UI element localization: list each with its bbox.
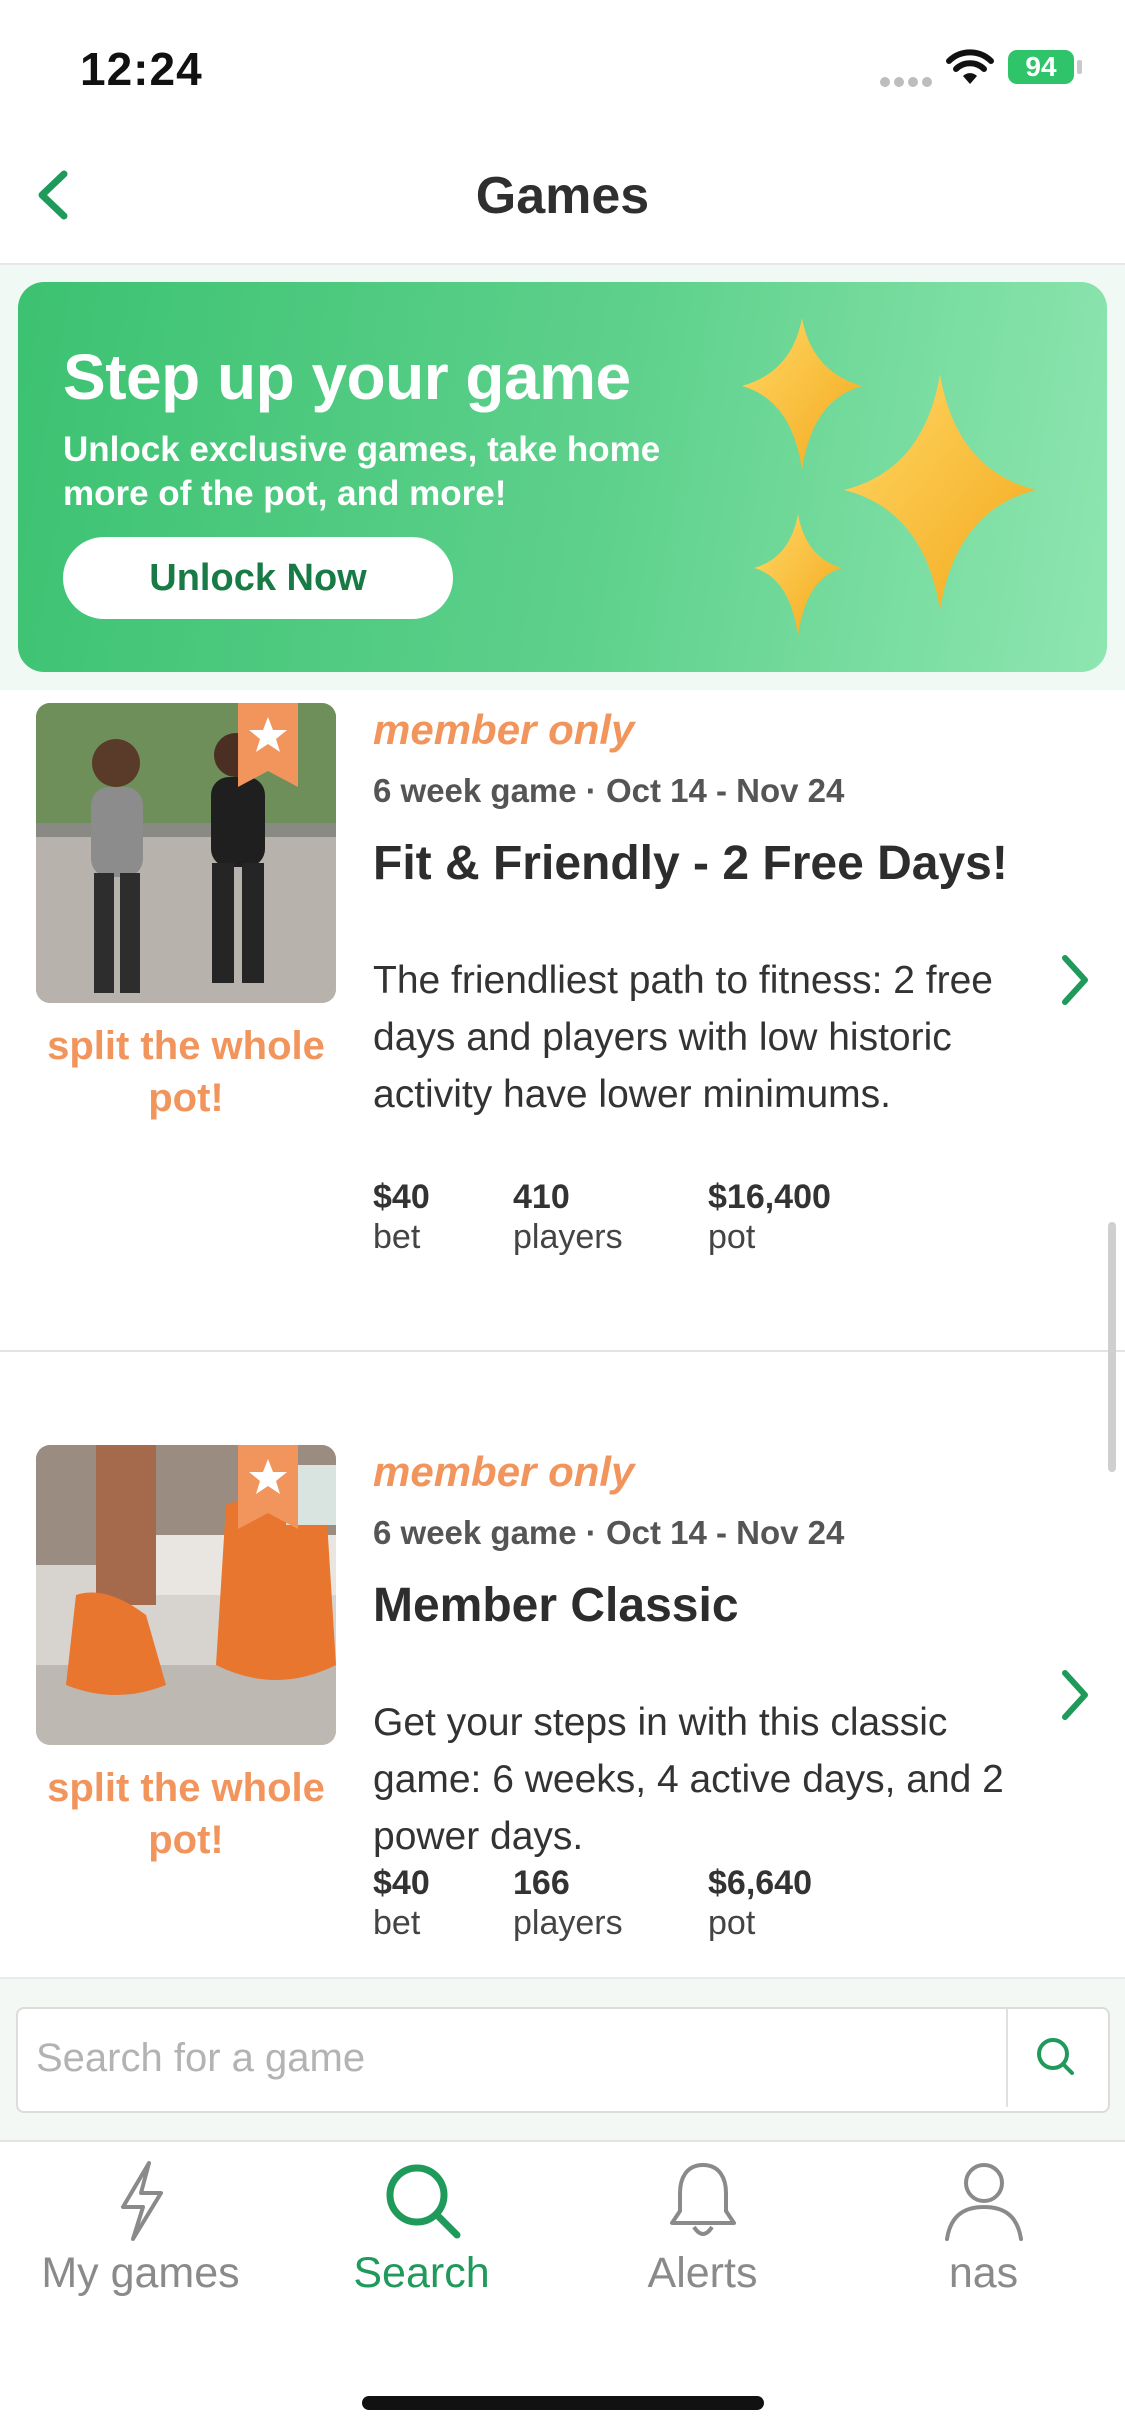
sparkles-icon — [742, 318, 1036, 636]
search-icon — [1037, 2038, 1074, 2075]
tab-profile[interactable]: nas — [843, 2155, 1124, 2298]
tab-label: nas — [948, 2249, 1019, 2297]
cellular-signal-icon — [880, 74, 936, 92]
page-title: Games — [475, 167, 650, 225]
battery-indicator: 94 — [1008, 50, 1074, 84]
tab-search[interactable]: Search — [281, 2155, 562, 2298]
member-only-badge: member only — [373, 706, 635, 753]
split-pot-label: split the whole pot! — [47, 1024, 325, 1120]
status-time: 12:24 — [80, 43, 203, 95]
chevron-right-icon[interactable] — [1055, 950, 1095, 1010]
search-input[interactable] — [34, 2027, 988, 2089]
search-button[interactable] — [1008, 2009, 1106, 2107]
home-indicator — [362, 2396, 764, 2410]
game-dates: 6 week game · Oct 14 - Nov 24 — [373, 772, 845, 809]
unlock-now-button[interactable]: Unlock Now — [63, 537, 453, 619]
chevron-right-icon[interactable] — [1055, 1665, 1095, 1725]
pot-label: pot — [708, 1904, 756, 1942]
profile-icon — [944, 2163, 1023, 2241]
battery-tip — [1077, 60, 1082, 74]
game-title[interactable]: Fit & Friendly - 2 Free Days! — [373, 836, 1008, 891]
game-dates: 6 week game · Oct 14 - Nov 24 — [373, 1514, 845, 1551]
tab-label: My games — [41, 2249, 240, 2297]
players-value: 166 — [513, 1864, 570, 1902]
member-ribbon-icon — [238, 703, 298, 787]
pot-value: $16,400 — [708, 1178, 831, 1216]
pot-value: $6,640 — [708, 1864, 812, 1902]
tabbar-divider — [0, 2140, 1125, 2142]
search-icon — [386, 2164, 460, 2239]
member-ribbon-icon — [238, 1445, 298, 1529]
bet-label: bet — [373, 1218, 421, 1256]
bell-icon — [669, 2163, 736, 2236]
promo-title: Step up your game — [63, 341, 631, 413]
split-pot-label: split the whole pot! — [47, 1766, 325, 1862]
wifi-icon — [945, 48, 995, 91]
bet-value: $40 — [373, 1864, 430, 1902]
lightning-icon — [120, 2161, 163, 2241]
game-description: Get your steps in with this classic game… — [373, 1701, 1004, 1858]
players-label: players — [513, 1904, 623, 1942]
game-title[interactable]: Member Classic — [373, 1578, 739, 1633]
promo-subtitle: Unlock exclusive games, take home more o… — [63, 430, 661, 513]
scroll-indicator[interactable] — [1108, 1222, 1116, 1472]
tab-label: Alerts — [647, 2249, 758, 2297]
players-label: players — [513, 1218, 623, 1256]
tab-alerts[interactable]: Alerts — [562, 2155, 843, 2298]
bet-value: $40 — [373, 1178, 430, 1216]
players-value: 410 — [513, 1178, 570, 1216]
bet-label: bet — [373, 1904, 421, 1942]
game-description: The friendliest path to fitness: 2 free … — [373, 959, 994, 1116]
tab-label: Search — [353, 2249, 490, 2297]
card-divider — [0, 1350, 1125, 1352]
pot-label: pot — [708, 1218, 756, 1256]
tab-my-games[interactable]: My games — [0, 2155, 281, 2298]
member-only-badge: member only — [373, 1448, 635, 1495]
